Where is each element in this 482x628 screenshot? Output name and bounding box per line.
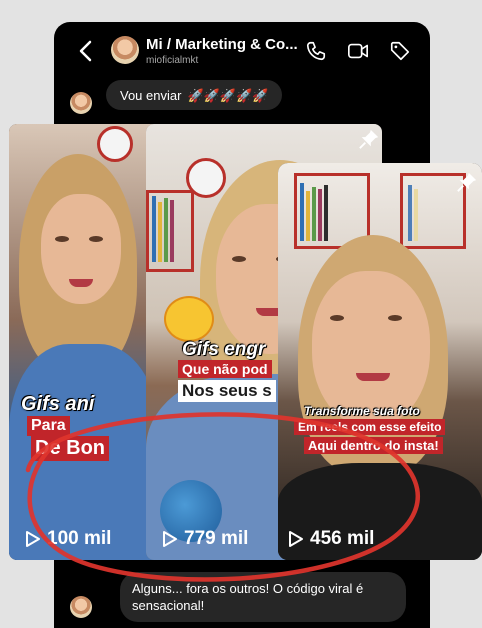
message-bubble[interactable]: Vou enviar 🚀🚀🚀🚀🚀: [106, 80, 283, 110]
rocket-emoji: 🚀🚀🚀🚀🚀: [187, 87, 269, 103]
caption: Aqui dentro do insta!: [304, 437, 443, 454]
caption: Para: [27, 416, 70, 436]
view-count: 779 mil: [162, 528, 248, 550]
pin-icon[interactable]: [358, 128, 380, 150]
message-text: Vou enviar: [120, 87, 182, 103]
pin-icon[interactable]: [456, 171, 478, 193]
reel-card[interactable]: Transforme sua foto Em reels com esse ef…: [278, 163, 482, 560]
chat-title[interactable]: Mi / Marketing & Co...: [146, 36, 298, 53]
play-icon: [289, 531, 303, 547]
view-count: 456 mil: [288, 528, 374, 550]
view-count: 100 mil: [25, 528, 111, 550]
back-icon[interactable]: [76, 39, 96, 63]
chat-header: Mi / Marketing & Co... mioficialmkt: [54, 22, 430, 80]
video-icon[interactable]: [346, 40, 370, 62]
message-bubble[interactable]: Alguns... fora os outros! O código viral…: [120, 572, 406, 622]
phone-icon[interactable]: [304, 40, 328, 62]
avatar[interactable]: [111, 36, 139, 64]
message-text: Alguns... fora os outros! O código viral…: [132, 581, 364, 613]
chat-username: mioficialmkt: [146, 55, 199, 66]
play-icon: [26, 531, 40, 547]
caption: Gifs engr: [182, 339, 266, 360]
caption: Nos seus s: [178, 380, 276, 402]
person-face: [41, 194, 121, 304]
wall-clock: [97, 126, 133, 162]
caption: Que não pod: [178, 360, 272, 378]
emoji-sticker: [164, 296, 214, 342]
caption: De Bon: [31, 436, 109, 461]
avatar: [70, 92, 92, 114]
reel-card[interactable]: Gifs ani Para De Bon 100 mil: [9, 124, 159, 560]
caption: Em reels com esse efeito: [294, 419, 446, 435]
caption: Gifs ani: [21, 393, 95, 415]
play-icon: [163, 531, 177, 547]
caption: Transforme sua foto: [304, 404, 420, 418]
avatar: [70, 596, 92, 618]
tag-icon[interactable]: [388, 40, 412, 62]
